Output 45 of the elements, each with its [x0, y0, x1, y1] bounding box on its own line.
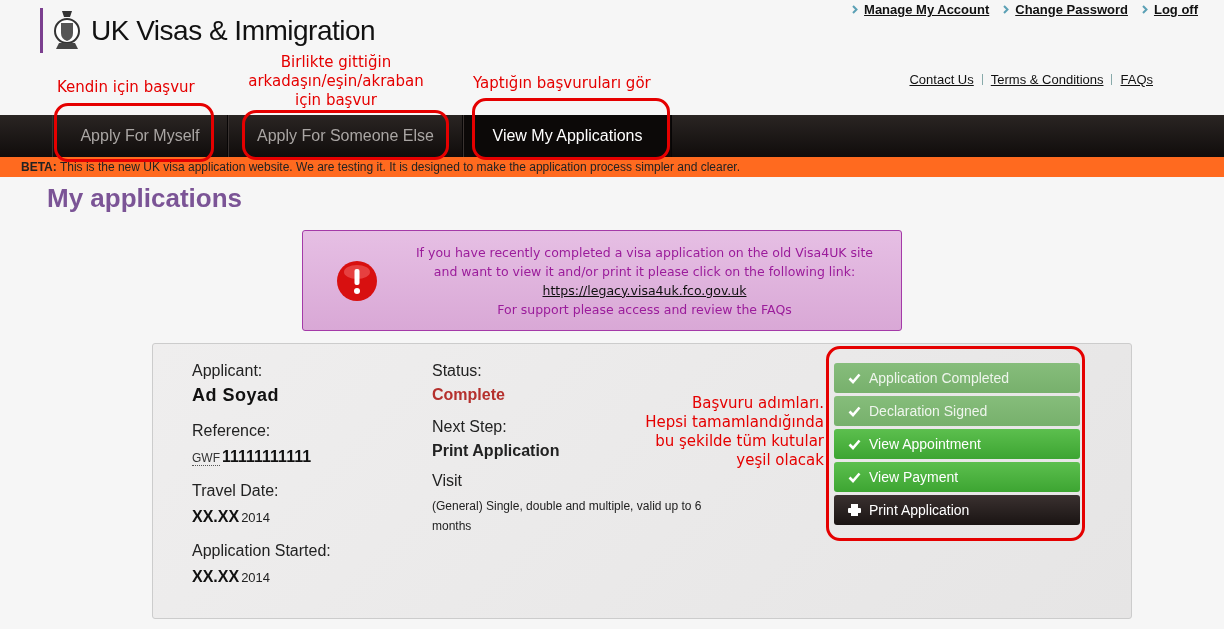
- reference-number: 11111111111: [222, 448, 312, 466]
- date-value: XX.XX: [192, 568, 240, 586]
- applicant-name: Ad Soyad: [192, 385, 280, 406]
- annotation-text: Başvuru adımları. Hepsi tamamlandığında bu şekilde tüm kutular yeşil olacak: [644, 394, 824, 470]
- account-link[interactable]: Change Password: [1003, 2, 1128, 17]
- notice-text: and want to view it and/or print it please click on the following link:: [433, 263, 856, 279]
- footer-link[interactable]: Terms & Conditions: [990, 72, 1104, 87]
- date-year: 2014: [241, 510, 271, 525]
- notice-text: If you have recently completed a visa application on the old Visa4UK site: [415, 244, 874, 260]
- check-icon: [848, 471, 861, 483]
- field-label: Applicant:: [192, 362, 264, 380]
- account-link[interactable]: Log off: [1141, 2, 1198, 17]
- status-label: Status:: [432, 362, 483, 380]
- status-value: Complete: [432, 386, 506, 404]
- visa-description: (General) Single, double and multiple, valid up to 6 months: [432, 498, 703, 535]
- annotation-text: Yaptığın başvuruları gör: [473, 74, 651, 93]
- site-title: UK Visas & Immigration: [91, 14, 376, 47]
- chevron-icon: [1003, 5, 1010, 14]
- support-text: For support please access and review the FAQs: [497, 301, 792, 317]
- printer-icon: [848, 504, 861, 516]
- footer-link[interactable]: FAQs: [1120, 72, 1153, 87]
- date-value: XX.XX: [192, 508, 240, 526]
- annotation-text: Birlikte gittiğin arkadaşın/eşin/akraban için başvur: [247, 53, 425, 110]
- check-icon: [848, 405, 861, 417]
- field-label: Application Started:: [192, 542, 332, 560]
- footer-link[interactable]: Contact Us: [909, 72, 974, 87]
- step-button[interactable]: Print Application: [834, 495, 1080, 525]
- beta-text: BETA: This is the new UK visa application website. We are testing it. It is designed to make the application process simpler and clearer.: [21, 160, 741, 174]
- chevron-icon: [852, 5, 859, 14]
- alert-icon: [336, 259, 378, 302]
- chevron-icon: [1141, 5, 1148, 14]
- account-link[interactable]: Manage My Account: [852, 2, 990, 17]
- next-step-value: Print Application: [432, 442, 561, 460]
- visa-type: Visit: [432, 472, 463, 490]
- field-label: Reference:: [192, 422, 272, 440]
- next-step-label: Next Step:: [432, 418, 508, 436]
- check-icon: [848, 372, 861, 384]
- legacy-link[interactable]: https://legacy.visa4uk.fco.gov.uk: [542, 282, 747, 298]
- annotation-text: Kendin için başvur: [57, 78, 195, 97]
- field-label: Travel Date:: [192, 482, 280, 500]
- reference-prefix: GWF: [192, 451, 220, 466]
- check-icon: [848, 438, 861, 450]
- date-year: 2014: [241, 570, 271, 585]
- page-title: My applications: [47, 183, 244, 214]
- nav-tab[interactable]: View My Applications: [463, 115, 672, 157]
